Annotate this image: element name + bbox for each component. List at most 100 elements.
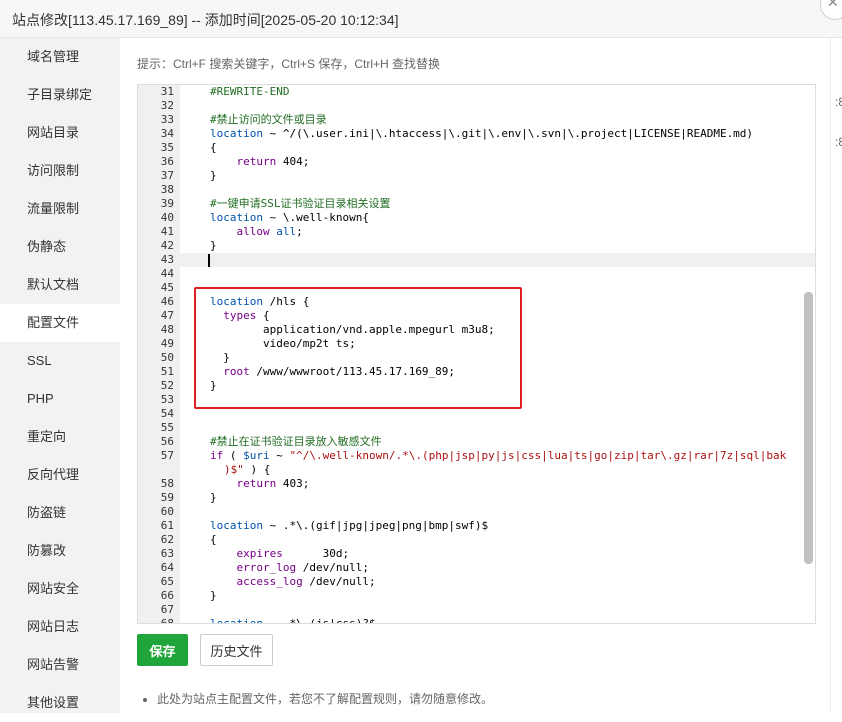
code-text[interactable]: location ~ .*\.(js|css)?$ xyxy=(210,617,376,623)
line-number: 34 xyxy=(160,127,174,140)
code-line[interactable]: 61 location ~ .*\.(gif|jpg|jpeg|png|bmp|s… xyxy=(138,519,815,533)
sidebar-item[interactable]: 子目录绑定 xyxy=(0,76,120,114)
code-text[interactable]: allow all; xyxy=(210,225,303,239)
code-line[interactable]: 43 xyxy=(138,253,815,267)
sidebar-item[interactable]: 配置文件 xyxy=(0,304,120,342)
code-line[interactable]: 59} xyxy=(138,491,815,505)
sidebar-item[interactable]: 其他设置 xyxy=(0,684,120,722)
code-line[interactable]: 41 allow all; xyxy=(138,225,815,239)
line-number: 37 xyxy=(160,169,174,182)
code-line[interactable]: 68 location ~ .*\.(js|css)?$ xyxy=(138,617,815,623)
line-number: 40 xyxy=(160,211,174,224)
code-text[interactable]: } xyxy=(210,169,217,183)
text-cursor xyxy=(208,254,210,267)
line-number: 44 xyxy=(160,267,174,280)
line-number: 41 xyxy=(160,225,174,238)
sidebar-item[interactable]: 防篡改 xyxy=(0,532,120,570)
sidebar-item[interactable]: 域名管理 xyxy=(0,38,120,76)
code-line[interactable]: 54 xyxy=(138,407,815,421)
code-line[interactable]: 40 location ~ \.well-known{ xyxy=(138,211,815,225)
code-text[interactable]: #禁止访问的文件或目录 xyxy=(210,113,327,127)
code-line[interactable]: 66} xyxy=(138,589,815,603)
code-text[interactable]: } xyxy=(210,589,217,603)
code-text[interactable]: #REWRITE-END xyxy=(210,85,289,99)
code-line[interactable]: 37} xyxy=(138,169,815,183)
background-fragment: :8 xyxy=(835,135,842,149)
sidebar-item[interactable]: 流量限制 xyxy=(0,190,120,228)
sidebar-item[interactable]: 网站日志 xyxy=(0,608,120,646)
history-file-button[interactable]: 历史文件 xyxy=(200,634,273,666)
config-editor[interactable]: 31 #REWRITE-END 32 33 #禁止访问的文件或目录 34 location … xyxy=(137,84,816,624)
code-line[interactable]: 57 if ( $uri ~ "^/\.well-known/.*\.(php|j… xyxy=(138,449,815,463)
line-number: 66 xyxy=(160,589,174,602)
sidebar-item[interactable]: 伪静态 xyxy=(0,228,120,266)
line-number: 39 xyxy=(160,197,174,210)
code-line[interactable]: 32 xyxy=(138,99,815,113)
code-line[interactable]: 35 { xyxy=(138,141,815,155)
code-line[interactable]: 31 #REWRITE-END xyxy=(138,85,815,99)
line-number: 60 xyxy=(160,505,174,518)
line-number: 53 xyxy=(160,393,174,406)
sidebar-item[interactable]: SSL xyxy=(0,342,120,380)
sidebar-item[interactable]: 反向代理 xyxy=(0,456,120,494)
sidebar-item[interactable]: 防盗链 xyxy=(0,494,120,532)
editor-scrollbar[interactable] xyxy=(804,292,813,564)
code-text[interactable]: { xyxy=(210,141,217,155)
sidebar-item[interactable]: 网站安全 xyxy=(0,570,120,608)
code-text[interactable]: } xyxy=(210,491,217,505)
sidebar-item[interactable]: 重定向 xyxy=(0,418,120,456)
close-icon[interactable]: ✕ xyxy=(827,0,839,11)
code-line[interactable]: 60 xyxy=(138,505,815,519)
code-line[interactable]: 36 return 404; xyxy=(138,155,815,169)
code-line[interactable]: 42} xyxy=(138,239,815,253)
sidebar-item[interactable]: 访问限制 xyxy=(0,152,120,190)
code-line[interactable]: 65 access_log /dev/null; xyxy=(138,575,815,589)
code-line[interactable]: 33 #禁止访问的文件或目录 xyxy=(138,113,815,127)
sidebar-item[interactable]: 默认文档 xyxy=(0,266,120,304)
shortcut-tip: 提示：Ctrl+F 搜索关键字，Ctrl+S 保存，Ctrl+H 查找替换 xyxy=(137,57,441,71)
code-line[interactable]: 64 error_log /dev/null; xyxy=(138,561,815,575)
main-panel: 提示：Ctrl+F 搜索关键字，Ctrl+S 保存，Ctrl+H 查找替换 31… xyxy=(121,38,830,713)
code-line[interactable]: 67 xyxy=(138,603,815,617)
code-text[interactable]: )$" ) { xyxy=(224,463,270,477)
line-number: 56 xyxy=(160,435,174,448)
background-window-strip: :8 :8 xyxy=(830,38,842,713)
line-number: 49 xyxy=(160,337,174,350)
code-line[interactable]: 55 xyxy=(138,421,815,435)
line-number: 54 xyxy=(160,407,174,420)
line-number: 35 xyxy=(160,141,174,154)
code-text[interactable]: return 404; xyxy=(210,155,310,169)
code-text[interactable]: #禁止在证书验证目录放入敏感文件 xyxy=(210,435,382,449)
code-text[interactable]: } xyxy=(210,239,217,253)
code-text[interactable]: { xyxy=(210,533,217,547)
code-text[interactable]: if ( $uri ~ "^/\.well-known/.*\.(php|jsp… xyxy=(210,449,786,463)
code-line[interactable]: 62 { xyxy=(138,533,815,547)
line-number: 32 xyxy=(160,99,174,112)
code-line[interactable]: 56 #禁止在证书验证目录放入敏感文件 xyxy=(138,435,815,449)
code-text[interactable]: error_log /dev/null; xyxy=(210,561,369,575)
line-number: 62 xyxy=(160,533,174,546)
code-line[interactable]: 58 return 403; xyxy=(138,477,815,491)
background-fragment: :8 xyxy=(835,95,842,109)
code-text[interactable]: return 403; xyxy=(210,477,310,491)
code-text[interactable]: access_log /dev/null; xyxy=(210,575,376,589)
save-button[interactable]: 保存 xyxy=(137,634,188,666)
code-text[interactable]: location ~ \.well-known{ xyxy=(210,211,369,225)
code-text[interactable]: expires 30d; xyxy=(210,547,350,561)
code-text[interactable]: #一键申请SSL证书验证目录相关设置 xyxy=(210,197,391,211)
code-line[interactable]: 34 location ~ ^/(\.user.ini|\.htaccess|\.… xyxy=(138,127,815,141)
code-line[interactable]: 38 xyxy=(138,183,815,197)
code-line[interactable]: 44 xyxy=(138,267,815,281)
sidebar-item[interactable]: 网站告警 xyxy=(0,646,120,684)
code-line[interactable]: )$" ) { xyxy=(138,463,815,477)
line-number: 38 xyxy=(160,183,174,196)
code-line[interactable]: 63 expires 30d; xyxy=(138,547,815,561)
line-number: 48 xyxy=(160,323,174,336)
code-text[interactable]: location ~ .*\.(gif|jpg|jpeg|png|bmp|swf… xyxy=(210,519,488,533)
sidebar-item[interactable]: 网站目录 xyxy=(0,114,120,152)
code-text[interactable]: location ~ ^/(\.user.ini|\.htaccess|\.gi… xyxy=(210,127,753,141)
window-title: 站点修改[113.45.17.169_89] -- 添加时间[2025-05-2… xyxy=(12,12,399,28)
window-titlebar: 站点修改[113.45.17.169_89] -- 添加时间[2025-05-2… xyxy=(0,0,842,38)
code-line[interactable]: 39 #一键申请SSL证书验证目录相关设置 xyxy=(138,197,815,211)
sidebar-item[interactable]: PHP xyxy=(0,380,120,418)
